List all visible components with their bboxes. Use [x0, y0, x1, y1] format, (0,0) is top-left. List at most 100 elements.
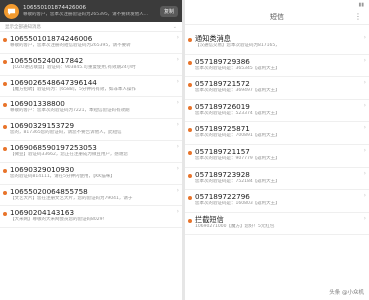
message-preview: 尊敬的客户，您本次注册的短信验证码为265395，请不要转: [10, 43, 131, 48]
message-preview: 您本次的验证码是：523374【返利大王】: [195, 110, 280, 116]
message-preview: 【微豆】验证码33662，您正在注册成为微豆用户，感谢您: [10, 151, 128, 157]
message-item[interactable]: 057189721157 您本次的验证码是：907779【返利大王】 ›: [185, 145, 369, 168]
unread-dot-icon: [3, 212, 7, 217]
message-sender: 057189722796: [195, 192, 250, 202]
message-item[interactable]: 1065505240017842 【O2O进店联盟】验证码：903845.可重复使…: [0, 54, 182, 76]
message-preview: 您本次的验证码是：365345【返利大王】: [195, 65, 280, 71]
chevron-right-icon: ›: [176, 55, 179, 63]
message-item[interactable]: 057189729386 您本次的验证码是：365345【返利大王】 ›: [185, 55, 369, 78]
message-sender: 057189725871: [195, 124, 250, 134]
chevron-right-icon: ›: [176, 164, 179, 172]
unread-dot-icon: [188, 150, 192, 155]
chevron-right-icon: ›: [176, 77, 179, 85]
unread-dot-icon: [188, 196, 192, 201]
message-sender: 057189721572: [195, 79, 250, 89]
message-sender: 057189723928: [195, 169, 250, 179]
filter-row[interactable]: 显示全部通知消息 ⌄: [0, 22, 182, 32]
message-item[interactable]: 通知类消息 【汉通信交易】您本次验证码为817165， ›: [185, 32, 369, 55]
message-item[interactable]: 106901338800 尊敬的客户：您本次的验证码为7221，本短信验证码有效期…: [0, 97, 182, 120]
message-item[interactable]: 057189723928 您本次的验证码是：752184【返利大王】 ›: [185, 168, 369, 191]
copy-button[interactable]: 复制: [159, 5, 178, 17]
message-item[interactable]: 10690204143163 【大米网】尊敬的大米网会员您的验证码8029! ›: [0, 206, 182, 229]
message-preview: 【大米网】尊敬的大米网会员您的验证码8029!: [10, 217, 105, 223]
right-message-list: 通知类消息 【汉通信交易】您本次验证码为817165， › 057189729386 您…: [185, 32, 369, 236]
chevron-right-icon: ›: [176, 121, 179, 129]
message-app-icon: [4, 3, 19, 19]
sms-header: 短信 ⋮: [185, 10, 369, 25]
sms-notification-banner[interactable]: 106550101874426006 尊敬的客户，您本次注册验证码为265395…: [0, 0, 182, 22]
message-sender: 10690204143163: [10, 208, 75, 218]
unread-dot-icon: [3, 81, 7, 86]
chevron-right-icon: ›: [176, 142, 179, 150]
unread-dot-icon: [188, 38, 192, 42]
message-sender: 057189729386: [195, 56, 250, 66]
message-preview: 【O2O进店联盟】验证码：903845.可重复使用,有效期24小时: [10, 64, 136, 70]
unread-dot-icon: [3, 59, 7, 64]
message-preview: 【文艺大片】您在注册文艺大片，您的验证码为79041，请于: [10, 195, 133, 201]
message-preview: 尊敬的客户：您本次的验证码为7221，本短信验证码有效期: [10, 108, 130, 114]
message-preview: 10690271000【魔方】您好！5元红包: [195, 223, 275, 229]
chevron-right-icon: ›: [176, 208, 179, 216]
unread-dot-icon: [3, 38, 7, 42]
message-sender: 1069068590197253053: [10, 142, 97, 152]
more-options-icon[interactable]: ⋮: [354, 12, 362, 21]
message-preview: 【汉通信交易】您本次验证码为817165，: [195, 43, 280, 48]
message-sender: 057189726019: [195, 101, 250, 111]
unread-dot-icon: [3, 125, 7, 130]
chevron-right-icon: ›: [363, 56, 366, 64]
message-preview: 您本次的验证码是：752184【返利大王】: [195, 178, 280, 184]
page-title: 短信: [270, 13, 284, 21]
chevron-right-icon: ›: [363, 192, 366, 200]
message-item[interactable]: 1069068590197253053 【微豆】验证码33662，您正在注册成为微…: [0, 141, 182, 163]
message-item[interactable]: 10690329153729 您的，817365您的验证码，请您不要告诉他人，此短…: [0, 119, 182, 141]
unread-dot-icon: [188, 218, 192, 223]
chevron-right-icon: ›: [363, 79, 366, 87]
chevron-right-icon: ›: [363, 101, 366, 109]
message-item[interactable]: 10655020064855758 【文艺大片】您在注册文艺大片，您的验证码为79…: [0, 185, 182, 207]
unread-dot-icon: [188, 60, 192, 65]
message-item[interactable]: 057189725871 您本次的验证码是：700891【返利大王】 ›: [185, 122, 369, 145]
message-item[interactable]: 057189726019 您本次的验证码是：523374【返利大王】 ›: [185, 100, 369, 123]
left-screen: 106550101874426006 尊敬的客户，您本次注册验证码为265395…: [0, 0, 182, 300]
unread-dot-icon: [3, 146, 7, 151]
message-preview: 您本次的验证码是：369497【返利大王】: [195, 88, 280, 94]
chevron-right-icon: ›: [176, 34, 179, 41]
message-item[interactable]: 10690329010930 您的验证码814111，请在5分钟内使用，【KK猫咪…: [0, 163, 182, 185]
chevron-right-icon: ›: [363, 146, 366, 154]
message-item[interactable]: 106550101874246006 尊敬的客户，您本次注册的短信验证码为2653…: [0, 32, 182, 54]
message-sender: 10690329010930: [10, 164, 75, 174]
message-sender: 1065505240017842: [10, 55, 84, 65]
filter-label: 显示全部通知消息: [5, 24, 41, 30]
unread-dot-icon: [3, 103, 7, 108]
chevron-down-icon: ⌄: [172, 23, 177, 30]
right-screen: ▮▮ 短信 ⋮ 通知类消息 【汉通信交易】您本次验证码为817165， › 05718…: [185, 0, 369, 300]
message-preview: 您的验证码814111，请在5分钟内使用，【KK猫咪】: [10, 173, 115, 179]
banner-preview: 尊敬的客户，您本次注册验证码为265395，请不要转发他人...: [23, 11, 148, 17]
chevron-right-icon: ›: [363, 124, 366, 132]
status-icons: ▮▮: [358, 2, 364, 8]
message-item[interactable]: 057189721572 您本次的验证码是：369497【返利大王】 ›: [185, 77, 369, 100]
message-item[interactable]: 1069026548647396144 【魔方招聘】验证码为：[6588]，5分钟…: [0, 76, 182, 98]
message-preview: 您本次的验证码是：160803【返利大王】: [195, 201, 280, 207]
message-sender: 10655020064855758: [10, 186, 88, 196]
chevron-right-icon: ›: [363, 169, 366, 177]
unread-dot-icon: [3, 190, 7, 195]
message-preview: 【魔方招聘】验证码为：[6588]，5分钟内有效，如非本人操作: [10, 86, 136, 92]
message-preview: 您本次的验证码是：907779【返利大王】: [195, 155, 280, 161]
unread-dot-icon: [188, 173, 192, 178]
unread-dot-icon: [188, 128, 192, 133]
chevron-right-icon: ›: [176, 99, 179, 107]
message-preview: 您本次的验证码是：700891【返利大王】: [195, 133, 280, 139]
unread-dot-icon: [188, 105, 192, 110]
message-sender: 057189721157: [195, 146, 250, 156]
message-item[interactable]: 057189722796 您本次的验证码是：160803【返利大王】 ›: [185, 190, 369, 213]
unread-dot-icon: [3, 168, 7, 173]
message-item[interactable]: 拦截短信 10690271000【魔方】您好！5元红包 ›: [185, 213, 369, 236]
message-sender: 1069026548647396144: [10, 77, 97, 87]
message-sender: 10690329153729: [10, 121, 75, 131]
status-bar: ▮▮: [185, 0, 369, 10]
chevron-right-icon: ›: [363, 214, 366, 222]
watermark: 头条 @小众机: [327, 287, 366, 297]
chevron-right-icon: ›: [176, 186, 179, 194]
chevron-right-icon: ›: [363, 34, 366, 41]
